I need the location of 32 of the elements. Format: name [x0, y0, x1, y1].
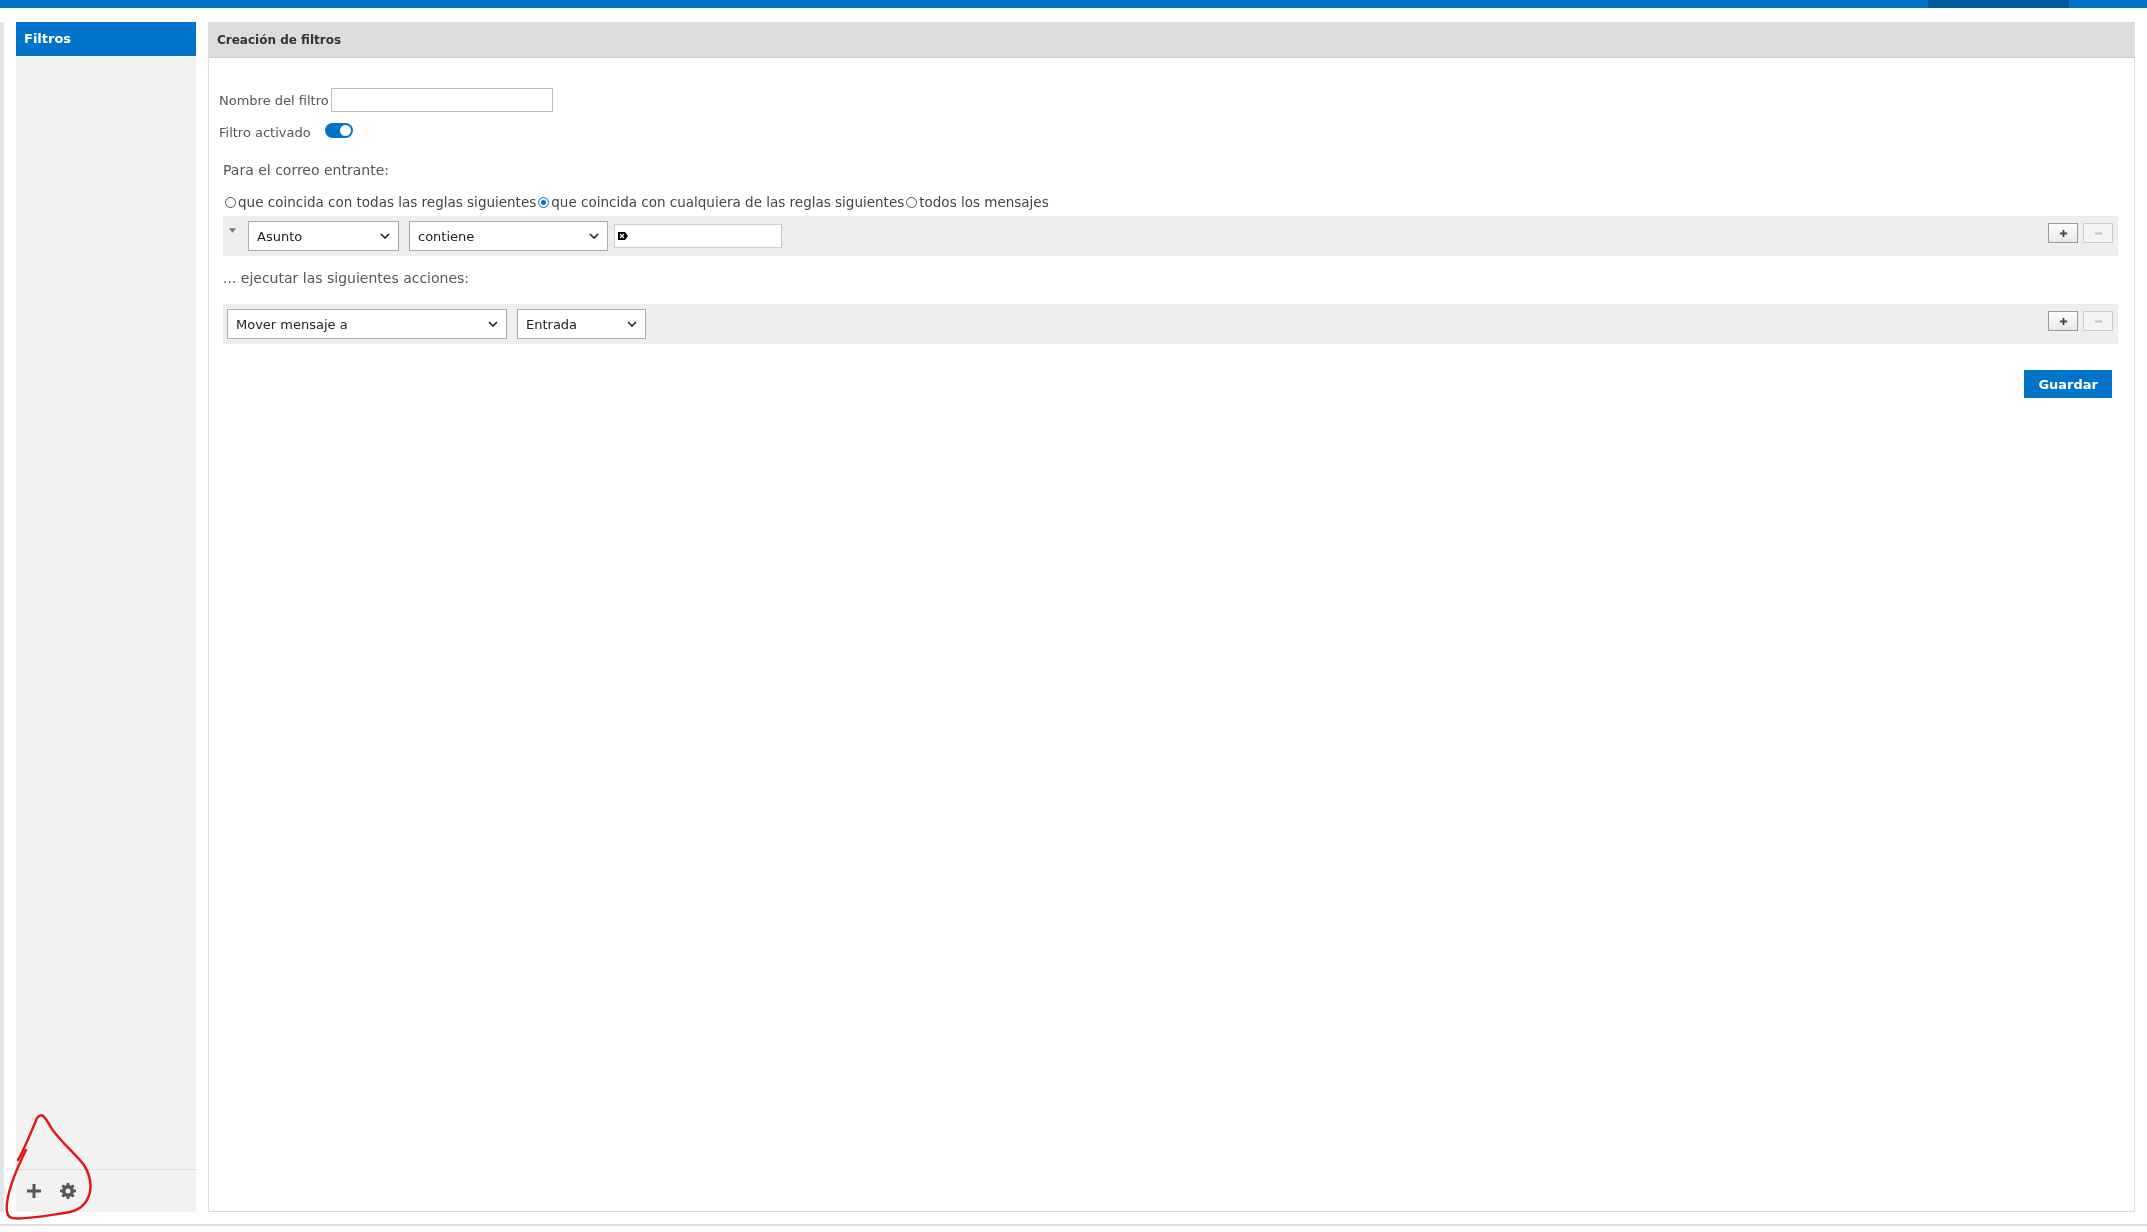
section-label: Para el correo entrante:	[223, 162, 390, 180]
add-button[interactable]	[2048, 311, 2078, 331]
settings-icon[interactable]	[60, 1183, 76, 1199]
section-label: ... ejecutar las siguientes acciones:	[223, 270, 471, 288]
expand-arrow-icon[interactable]	[229, 228, 236, 233]
radio-button[interactable]	[906, 196, 918, 208]
save-button[interactable]: Guardar	[2024, 370, 2112, 398]
filter-name-field[interactable]	[330, 88, 553, 112]
radio-label[interactable]: que coincida con todas las reglas siguientes	[238, 194, 537, 210]
chevron-down-icon	[380, 233, 390, 239]
dropdown[interactable]: Mover mensaje a	[227, 309, 507, 339]
plus-icon	[2058, 228, 2068, 238]
chevron-down-icon	[627, 321, 637, 327]
clear-tag-icon[interactable]	[618, 232, 628, 240]
plus-icon	[2058, 316, 2068, 326]
value-field[interactable]	[614, 224, 782, 248]
dropdown[interactable]: contiene	[409, 221, 608, 251]
toggle-switch[interactable]	[324, 122, 353, 138]
radio-label[interactable]: que coincida con cualquiera de las reglas siguientes	[551, 194, 905, 210]
toggle-label: Filtro activado	[219, 124, 311, 140]
dropdown[interactable]: Asunto	[248, 221, 399, 251]
panel-title: Creación de filtros	[217, 33, 342, 47]
add-icon[interactable]	[26, 1183, 42, 1199]
sidebar-item[interactable]: Filtros	[16, 22, 196, 56]
radio-button[interactable]	[225, 196, 236, 208]
dropdown[interactable]: Entrada	[517, 309, 646, 339]
radio-button[interactable]	[538, 196, 550, 208]
add-button[interactable]	[2048, 223, 2078, 243]
chevron-down-icon	[488, 321, 498, 327]
chevron-down-icon	[589, 233, 599, 239]
radio-label[interactable]: todos los mensajes	[919, 194, 1049, 210]
field-label: Nombre del filtro	[219, 92, 329, 108]
